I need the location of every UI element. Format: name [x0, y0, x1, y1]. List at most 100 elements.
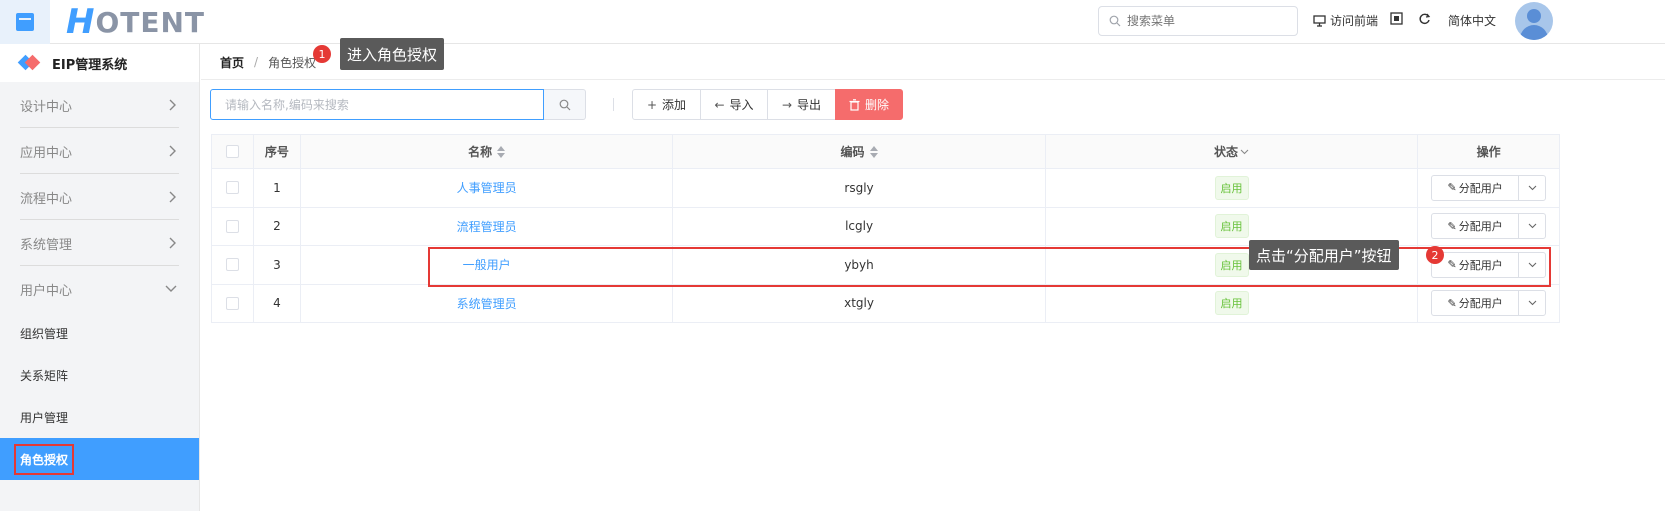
- pen-icon: ✎: [1447, 219, 1457, 233]
- table-row: 1 人事管理员 rsgly 启用 ✎ 分配用户: [212, 169, 1559, 208]
- nav-group-user-center[interactable]: 用户中心: [0, 266, 199, 312]
- refresh-button[interactable]: [1418, 12, 1431, 25]
- sidebar-item-user-management[interactable]: 用户管理: [0, 396, 199, 438]
- sidebar-item-label: 用户管理: [20, 410, 69, 425]
- nav-group-design-center[interactable]: 设计中心: [0, 82, 199, 128]
- role-code: rsgly: [673, 169, 1046, 207]
- add-button[interactable]: + 添加: [632, 89, 701, 120]
- chevron-down-icon: [1528, 223, 1537, 229]
- status-badge: 启用: [1214, 175, 1249, 200]
- pen-icon: ✎: [1447, 296, 1457, 310]
- user-avatar[interactable]: [1515, 2, 1553, 40]
- role-name-link[interactable]: 系统管理员: [457, 295, 517, 312]
- delete-button-label: 删除: [864, 98, 889, 112]
- chevron-right-icon: [169, 145, 176, 157]
- sidebar-item-org-management[interactable]: 组织管理: [0, 312, 199, 354]
- arrow-left-icon: ←: [714, 97, 725, 112]
- assign-user-button[interactable]: ✎ 分配用户: [1432, 291, 1520, 316]
- more-actions-dropdown[interactable]: [1519, 176, 1545, 200]
- assign-user-split-button: ✎ 分配用户: [1431, 290, 1547, 317]
- sidebar-item-relation-matrix[interactable]: 关系矩阵: [0, 354, 199, 396]
- search-icon: [559, 99, 570, 110]
- more-actions-dropdown[interactable]: [1519, 214, 1545, 238]
- sort-icon[interactable]: [869, 145, 878, 158]
- nav-group-label: 系统管理: [20, 237, 73, 253]
- sidebar: EIP管理系统 设计中心 应用中心 流程中心 系统管理 用户中心 组织管理 关系…: [0, 44, 200, 511]
- step-callout-1: 进入角色授权: [340, 38, 445, 70]
- step-callout-2: 点击“分配用户”按钮: [1249, 240, 1399, 270]
- visit-front-label: 访问前端: [1330, 14, 1379, 28]
- refresh-icon: [1419, 13, 1431, 24]
- system-logo-icon: [17, 54, 41, 71]
- breadcrumb-separator: /: [254, 55, 259, 69]
- row-index: 4: [254, 284, 301, 322]
- toolbar-divider: [613, 98, 614, 111]
- select-all-checkbox[interactable]: [225, 145, 239, 158]
- filter-chevron-icon[interactable]: [1240, 149, 1249, 155]
- header-code[interactable]: 编码: [673, 135, 1046, 168]
- search-input[interactable]: [210, 89, 544, 120]
- menu-toggle-button[interactable]: [0, 0, 50, 44]
- search-box: [210, 89, 586, 120]
- breadcrumb-home[interactable]: 首页: [220, 54, 244, 71]
- language-label: 简体中文: [1448, 14, 1497, 28]
- assign-user-button[interactable]: ✎ 分配用户: [1432, 214, 1520, 239]
- header-status[interactable]: 状态: [1046, 135, 1419, 168]
- export-button[interactable]: → 导出: [767, 89, 836, 120]
- more-actions-dropdown[interactable]: [1519, 291, 1545, 315]
- table-row: 4 系统管理员 xtgly 启用 ✎ 分配用户: [212, 284, 1559, 323]
- sidebar-item-label: 角色授权: [14, 443, 75, 475]
- status-badge: 启用: [1214, 291, 1249, 316]
- row-checkbox[interactable]: [225, 258, 239, 272]
- menu-search-input[interactable]: [1127, 14, 1287, 28]
- nav-group-system-management[interactable]: 系统管理: [0, 220, 199, 266]
- search-button[interactable]: [544, 89, 586, 120]
- chevron-down-icon: [1528, 300, 1537, 306]
- row-checkbox[interactable]: [225, 296, 239, 310]
- export-button-label: 导出: [797, 98, 822, 112]
- monitor-icon: [1313, 14, 1326, 27]
- hotent-logo: H OTENT: [66, 2, 206, 42]
- assign-user-button[interactable]: ✎ 分配用户: [1432, 175, 1520, 200]
- chevron-right-icon: [169, 191, 176, 203]
- add-button-label: 添加: [662, 98, 687, 112]
- role-code: xtgly: [673, 284, 1046, 322]
- delete-button[interactable]: 删除: [835, 89, 903, 120]
- top-bar: HOTENT 访问前端 简体中文: [0, 0, 1665, 44]
- sidebar-item-role-authorization[interactable]: 角色授权: [0, 438, 199, 480]
- nav-group-label: 应用中心: [20, 145, 73, 161]
- nav-group-label: 流程中心: [20, 191, 73, 207]
- visit-front-link[interactable]: 访问前端: [1313, 12, 1378, 29]
- header-select-cell: [212, 135, 254, 168]
- header-name[interactable]: 名称: [301, 135, 674, 168]
- language-switch[interactable]: 简体中文: [1448, 12, 1496, 29]
- menu-icon: [16, 13, 34, 31]
- import-button-label: 导入: [729, 98, 754, 112]
- row-index: 2: [254, 207, 301, 245]
- role-name-link[interactable]: 人事管理员: [457, 179, 517, 196]
- sidebar-item-label: 关系矩阵: [20, 368, 69, 383]
- chevron-down-icon: [165, 285, 177, 292]
- role-table: 序号 名称 编码 状态 操作 1 人事管理员 rsgly 启用 ✎ 分配用户 2 …: [211, 134, 1560, 323]
- menu-search-box[interactable]: [1098, 6, 1298, 36]
- arrow-right-icon: →: [781, 97, 793, 112]
- pen-icon: ✎: [1447, 181, 1457, 195]
- role-code: lcgly: [673, 207, 1046, 245]
- row-checkbox[interactable]: [225, 181, 239, 195]
- fullscreen-icon: [1390, 12, 1403, 25]
- chevron-right-icon: [169, 237, 176, 249]
- nav-group-app-center[interactable]: 应用中心: [0, 128, 199, 174]
- role-name-link[interactable]: 流程管理员: [457, 218, 517, 235]
- search-icon: [1109, 15, 1121, 27]
- fullscreen-button[interactable]: [1390, 12, 1403, 25]
- toolbar-button-group: + 添加 ← 导入 → 导出 删除: [632, 89, 903, 120]
- header-index: 序号: [254, 135, 301, 168]
- step-badge-1: 1: [313, 45, 331, 63]
- assign-user-split-button: ✎ 分配用户: [1431, 174, 1547, 201]
- table-header-row: 序号 名称 编码 状态 操作: [212, 135, 1559, 169]
- sort-icon[interactable]: [497, 145, 506, 158]
- row-checkbox[interactable]: [225, 219, 239, 233]
- import-button[interactable]: ← 导入: [700, 89, 768, 120]
- nav-group-label: 用户中心: [20, 283, 73, 299]
- nav-group-flow-center[interactable]: 流程中心: [0, 174, 199, 220]
